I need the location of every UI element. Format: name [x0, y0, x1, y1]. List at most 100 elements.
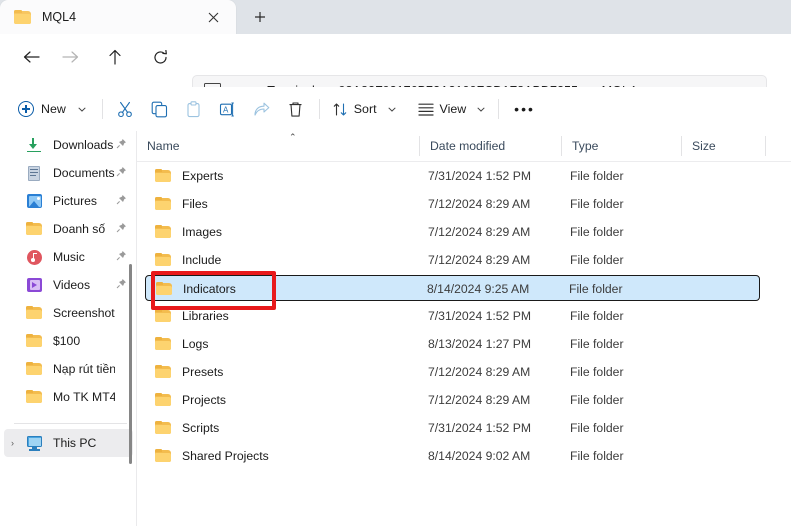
sidebar-item-doanh-s[interactable]: Doanh số [4, 215, 133, 243]
sidebar-list: Downloads Documents Pictures Doanh số Music V… [0, 131, 137, 411]
sort-button[interactable]: Sort [326, 93, 403, 125]
table-row[interactable]: Experts 7/31/2024 1:52 PM File folder [145, 163, 770, 189]
pin-icon[interactable] [115, 250, 127, 264]
chevron-down-icon [387, 105, 396, 114]
type-cell: File folder [570, 169, 624, 183]
new-tab-button[interactable] [245, 4, 275, 30]
cut-button[interactable] [109, 93, 143, 125]
pin-icon[interactable] [115, 138, 127, 152]
new-button[interactable]: New [10, 93, 96, 125]
pin-icon[interactable] [115, 222, 127, 236]
file-name: Include [182, 253, 222, 267]
sidebar-item-label: Downloads [53, 138, 114, 152]
sort-button-label: Sort [353, 102, 377, 116]
date-modified-cell: 8/14/2024 9:25 AM [427, 282, 530, 296]
delete-button[interactable] [279, 93, 313, 125]
file-name-cell: Logs [155, 331, 208, 357]
chevron-right-icon[interactable]: › [11, 438, 14, 448]
more-options-button[interactable]: ••• [507, 93, 542, 125]
table-row[interactable]: Scripts 7/31/2024 1:52 PM File folder [145, 415, 770, 441]
refresh-button[interactable] [143, 41, 177, 73]
explorer-content: Downloads Documents Pictures Doanh số Music V… [0, 131, 791, 526]
sort-ascending-caret-icon: ⌃ [289, 132, 297, 142]
sidebar-item-label: Pictures [53, 194, 98, 208]
date-modified-cell: 7/31/2024 1:52 PM [428, 421, 531, 435]
sidebar-item-videos[interactable]: Videos [4, 271, 133, 299]
type-cell: File folder [570, 225, 624, 239]
type-cell: File folder [570, 337, 624, 351]
table-row[interactable]: Projects 7/12/2024 8:29 AM File folder [145, 387, 770, 413]
sidebar-item-label: Screenshots [53, 306, 115, 320]
date-modified-cell: 7/12/2024 8:29 AM [428, 253, 531, 267]
pin-icon[interactable] [115, 166, 127, 180]
sidebar-item-music[interactable]: Music [4, 243, 133, 271]
folder-icon [155, 448, 173, 464]
share-button[interactable] [245, 93, 279, 125]
table-row[interactable]: Shared Projects 8/14/2024 9:02 AM File fol… [145, 443, 770, 469]
copy-button[interactable] [143, 93, 177, 125]
toolbar-divider-2 [318, 99, 320, 119]
sidebar-item-pictures[interactable]: Pictures [4, 187, 133, 215]
file-name-cell: Files [155, 191, 208, 217]
column-header-type[interactable]: Type [562, 131, 682, 161]
folder-icon [156, 281, 174, 297]
sidebar-item-label: Mo TK MT4 [53, 390, 115, 404]
table-row[interactable]: Include 7/12/2024 8:29 AM File folder [145, 247, 770, 273]
file-list-pane: Name ⌃ Date modified Type Size Experts 7/ [137, 131, 791, 526]
pin-icon[interactable] [115, 278, 127, 292]
file-explorer-window: MQL4 › ··· [0, 0, 791, 526]
column-header-size[interactable]: Size [682, 131, 766, 161]
computer-icon [26, 435, 44, 451]
file-name: Logs [182, 337, 209, 351]
toolbar-divider-3 [498, 99, 500, 119]
sidebar-item-100[interactable]: $100 [4, 327, 133, 355]
paste-button[interactable] [177, 93, 211, 125]
type-cell: File folder [570, 253, 624, 267]
sidebar-scrollbar[interactable] [129, 264, 132, 464]
table-row[interactable]: Presets 7/12/2024 8:29 AM File folder [145, 359, 770, 385]
pin-icon[interactable] [115, 194, 127, 208]
folder-icon [26, 389, 44, 405]
sort-arrows-icon [333, 102, 347, 116]
table-row[interactable]: Indicators 8/14/2024 9:25 AM File folder [145, 275, 760, 301]
date-modified-cell: 7/12/2024 8:29 AM [428, 197, 531, 211]
table-row[interactable]: Libraries 7/31/2024 1:52 PM File folder [145, 303, 770, 329]
sidebar-item-label: Documents [53, 166, 115, 180]
sidebar-item-label: This PC [53, 436, 97, 450]
file-name-cell: Libraries [155, 303, 229, 329]
sidebar-item-screenshots[interactable]: Screenshots [4, 299, 133, 327]
column-header-date-modified[interactable]: Date modified [420, 131, 562, 161]
forward-button[interactable] [53, 41, 87, 73]
rename-button[interactable]: A [211, 93, 245, 125]
sidebar-item-mo-tk-mt4[interactable]: Mo TK MT4 [4, 383, 133, 411]
column-header-name[interactable]: Name [137, 131, 420, 161]
date-modified-cell: 7/31/2024 1:52 PM [428, 309, 531, 323]
up-button[interactable] [98, 41, 132, 73]
column-header-row: Name ⌃ Date modified Type Size [137, 131, 791, 162]
folder-icon [155, 308, 173, 324]
folder-icon [155, 252, 173, 268]
sidebar-item-this-pc[interactable]: › This PC [4, 429, 133, 457]
tab-mql4[interactable]: MQL4 [0, 0, 236, 34]
folder-icon [155, 168, 173, 184]
view-button[interactable]: View [411, 93, 493, 125]
file-rows: Experts 7/31/2024 1:52 PM File folder Files… [137, 161, 791, 526]
view-button-label: View [439, 102, 467, 116]
table-row[interactable]: Images 7/12/2024 8:29 AM File folder [145, 219, 770, 245]
back-button[interactable] [14, 41, 48, 73]
file-name-cell: Projects [155, 387, 226, 413]
sidebar-item-downloads[interactable]: Downloads [4, 131, 133, 159]
file-name: Presets [182, 365, 224, 379]
sidebar-item-documents[interactable]: Documents [4, 159, 133, 187]
column-divider-4[interactable] [765, 136, 766, 156]
sidebar-item-label: Doanh số [53, 222, 106, 236]
date-modified-cell: 7/12/2024 8:29 AM [428, 365, 531, 379]
type-cell: File folder [570, 421, 624, 435]
music-icon [26, 249, 44, 265]
close-icon[interactable] [200, 5, 226, 29]
videos-icon [26, 277, 44, 293]
sidebar-item-n-p-r-t-ti-n-exn[interactable]: Nạp rút tiền Exn [4, 355, 133, 383]
table-row[interactable]: Files 7/12/2024 8:29 AM File folder [145, 191, 770, 217]
folder-icon [26, 221, 44, 237]
table-row[interactable]: Logs 8/13/2024 1:27 PM File folder [145, 331, 770, 357]
